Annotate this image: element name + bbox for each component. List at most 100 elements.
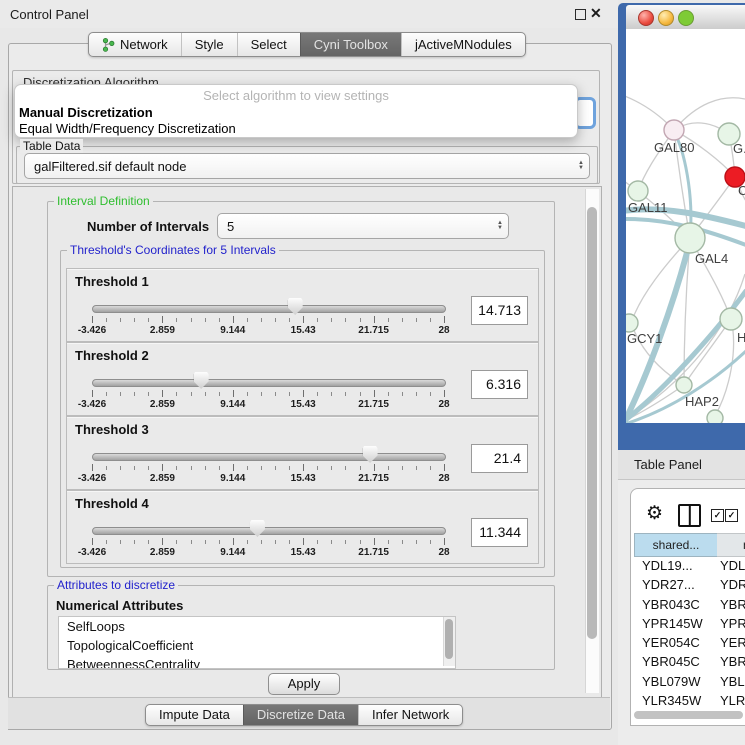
column-header-name[interactable]: na	[717, 533, 745, 557]
cell-shared-name: YPR145W	[642, 614, 703, 633]
tick-mark	[106, 466, 107, 470]
label-gal4: GAL4	[695, 251, 728, 266]
cell-name: YDL1	[720, 556, 745, 575]
tab-infer-network[interactable]: Infer Network	[358, 705, 462, 725]
table-row[interactable]: YDL19...YDL1	[634, 556, 745, 575]
threshold-4-value-field[interactable]: 11.344	[471, 518, 528, 547]
node-partial-bottom[interactable]	[707, 410, 723, 423]
threshold-3-slider-track[interactable]	[92, 453, 446, 461]
threshold-4-slider-track[interactable]	[92, 527, 446, 535]
tick-label: 15.43	[273, 325, 333, 336]
checkbox-icon[interactable]: ✓	[725, 509, 738, 522]
tick-mark	[303, 538, 304, 545]
interval-definition-title: Interval Definition	[54, 194, 153, 208]
settings-scroll-panel: Interval Definition Number of Intervals …	[12, 186, 602, 698]
tick-mark	[205, 318, 206, 322]
tick-mark	[388, 466, 389, 470]
tick-mark	[360, 392, 361, 396]
close-icon[interactable]: ✕	[590, 5, 602, 22]
threshold-2-panel: Threshold 2 6.316 -3.4262.8599.14415.432…	[66, 342, 539, 416]
tab-discretize-data[interactable]: Discretize Data	[243, 705, 358, 725]
tick-mark	[162, 538, 163, 545]
minimize-traffic-light-icon[interactable]	[658, 10, 674, 26]
cell-name: YLR3	[720, 691, 745, 706]
threshold-1-value-field[interactable]: 14.713	[471, 296, 528, 325]
column-header-shared-name[interactable]: shared...	[634, 533, 718, 557]
tab-style[interactable]: Style	[181, 33, 237, 56]
zoom-traffic-light-icon[interactable]	[678, 10, 694, 26]
tick-mark	[205, 540, 206, 544]
tab-cyni-toolbox[interactable]: Cyni Toolbox	[300, 33, 401, 56]
tick-mark	[374, 464, 375, 471]
tick-label: 15.43	[273, 399, 333, 410]
tick-mark	[162, 316, 163, 323]
tick-mark	[444, 464, 445, 471]
combobox-stepper-icon[interactable]: ▲▼	[573, 161, 589, 171]
threshold-1-slider-track[interactable]	[92, 305, 446, 313]
threshold-1-label: Threshold 1	[75, 274, 149, 289]
float-window-icon[interactable]	[575, 9, 586, 20]
dropdown-option-manual-discretization[interactable]: Manual Discretization	[19, 105, 577, 120]
table-row[interactable]: YBL079WYBL0	[634, 672, 745, 691]
dropdown-option-equal-width-frequency[interactable]: Equal Width/Frequency Discretization	[19, 121, 577, 136]
table-row[interactable]: YPR145WYPR1	[634, 614, 745, 633]
algorithm-dropdown-popup: Select algorithm to view settings Manual…	[14, 84, 578, 138]
node-hap2[interactable]	[676, 377, 692, 393]
close-traffic-light-icon[interactable]	[638, 10, 654, 26]
number-of-intervals-combobox[interactable]: 5 ▲▼	[217, 213, 509, 239]
table-row[interactable]: YBR045CYBR0	[634, 652, 745, 671]
node-gal4[interactable]	[675, 223, 705, 253]
cell-shared-name: YDR27...	[642, 575, 695, 594]
label-gal80: GAL80	[654, 140, 694, 155]
table-row[interactable]: YBR043CYBR0	[634, 595, 745, 614]
tick-mark	[261, 466, 262, 470]
tick-mark	[106, 318, 107, 322]
tick-mark	[416, 466, 417, 470]
tick-mark	[416, 392, 417, 396]
table-row[interactable]: YDR27...YDR2	[634, 575, 745, 594]
tab-network[interactable]: Network	[89, 33, 181, 56]
tick-mark	[247, 392, 248, 396]
tab-jactivemnodules[interactable]: jActiveMNodules	[401, 33, 525, 56]
gear-icon[interactable]: ⚙	[646, 502, 663, 525]
tick-mark	[205, 466, 206, 470]
horizontal-scrollbar-thumb[interactable]	[634, 711, 743, 719]
threshold-3-value-field[interactable]: 21.4	[471, 444, 528, 473]
network-icon	[102, 38, 115, 52]
node-gal11[interactable]	[628, 181, 648, 201]
network-canvas[interactable]: GAL80 G. C GAL11 GAL4 GCY1 H HAP2	[626, 29, 745, 423]
tab-select[interactable]: Select	[237, 33, 300, 56]
node-gcy1[interactable]	[626, 314, 638, 332]
attributes-title: Attributes to discretize	[54, 578, 178, 592]
label-hap2: HAP2	[685, 394, 719, 409]
node-gal80[interactable]	[664, 120, 684, 140]
tick-mark	[120, 540, 121, 544]
apply-button[interactable]: Apply	[268, 673, 340, 695]
threshold-2-slider-track[interactable]	[92, 379, 446, 387]
number-of-intervals-label: Number of Intervals	[87, 219, 209, 234]
threshold-2-value-field[interactable]: 6.316	[471, 370, 528, 399]
table-data-combobox[interactable]: galFiltered.sif default node ▲▼	[24, 153, 590, 179]
attributes-scrollbar[interactable]	[443, 617, 455, 666]
network-view-window: GAL80 G. C GAL11 GAL4 GCY1 H HAP2	[618, 3, 745, 450]
list-item[interactable]: BetweennessCentrality	[59, 655, 455, 669]
table-data-combobox-value: galFiltered.sif default node	[25, 159, 573, 174]
tick-mark	[345, 466, 346, 470]
list-item[interactable]: TopologicalCoefficient	[59, 636, 455, 655]
tick-mark	[331, 540, 332, 544]
columns-icon[interactable]	[678, 504, 701, 527]
tick-mark	[162, 390, 163, 397]
combobox-stepper-icon[interactable]: ▲▼	[492, 221, 508, 231]
tick-mark	[289, 540, 290, 544]
list-item[interactable]: SelfLoops	[59, 617, 455, 636]
node-partial-right[interactable]	[720, 308, 742, 330]
checkbox-icon[interactable]: ✓	[711, 509, 724, 522]
vertical-scrollbar-thumb[interactable]	[587, 207, 597, 639]
tick-mark	[317, 466, 318, 470]
table-row[interactable]: YLR345WYLR3	[634, 691, 745, 706]
vertical-scrollbar[interactable]	[585, 189, 599, 693]
tab-impute-data[interactable]: Impute Data	[146, 705, 243, 725]
attributes-scrollbar-thumb[interactable]	[445, 619, 453, 659]
tick-mark	[388, 540, 389, 544]
table-row[interactable]: YER054CYER0	[634, 633, 745, 652]
